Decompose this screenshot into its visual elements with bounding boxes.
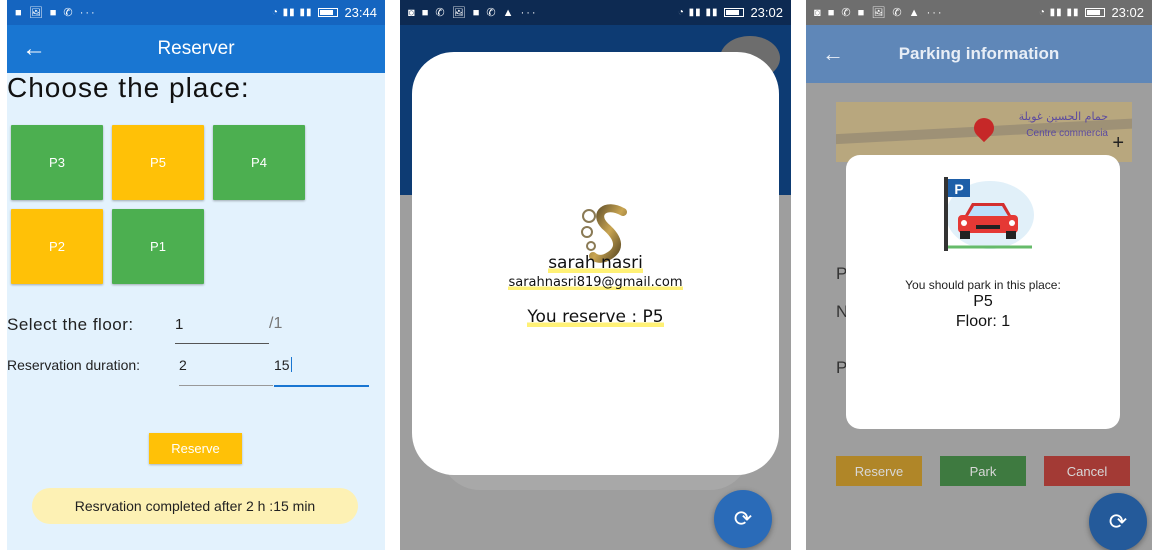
back-arrow-icon[interactable]: ← bbox=[7, 35, 61, 63]
slot-p3-button[interactable]: P3 bbox=[11, 125, 103, 200]
user-name: sarah nasri bbox=[548, 253, 643, 273]
slot-p4-button[interactable]: P4 bbox=[213, 125, 305, 200]
status-bar: ■ 🖼 ■ ✆ ··· ◔ ▮▮ ▮▮ 23:44 bbox=[7, 0, 385, 25]
duration-minutes-input[interactable]: 15 bbox=[274, 357, 369, 387]
duration-label: Reservation duration: bbox=[7, 357, 141, 373]
signal-icon: ◔ ▮▮ ▮▮ bbox=[271, 7, 313, 18]
park-instruction: You should park in this place: bbox=[905, 278, 1061, 292]
assigned-floor: Floor: 1 bbox=[955, 313, 1011, 330]
map-view[interactable]: حمام الحسين غويلة Centre commercia + bbox=[836, 102, 1132, 162]
map-label-arabic: حمام الحسين غويلة bbox=[1018, 110, 1108, 123]
status-notification-icons: ■ 🖼 ■ ✆ ··· bbox=[15, 7, 97, 19]
reserve-button[interactable]: Reserve bbox=[149, 433, 242, 464]
back-arrow-icon[interactable]: ← bbox=[806, 41, 860, 67]
floor-row: Select the floor: 1 /1 bbox=[7, 313, 385, 345]
parking-slot-grid: P3 P5 P4 P2 P1 bbox=[11, 125, 311, 284]
duration-hours-input[interactable]: 2 bbox=[179, 357, 273, 386]
parking-info-screen: ◙ ■ ✆ ■ 🖼 ✆ ▲ ··· ◔ ▮▮ ▮▮ 23:02 ← Parkin… bbox=[806, 0, 1152, 550]
signal-icon: ◔ ▮▮ ▮▮ bbox=[1038, 7, 1080, 18]
parked-car-icon: P bbox=[944, 177, 1034, 251]
refresh-icon: ⟳ bbox=[1108, 509, 1128, 534]
refresh-icon: ⟳ bbox=[733, 506, 753, 531]
refresh-fab-button[interactable]: ⟳ bbox=[1089, 493, 1147, 550]
floor-input[interactable]: 1 bbox=[175, 316, 269, 344]
duration-row: Reservation duration: 2 15 bbox=[7, 355, 385, 387]
battery-icon bbox=[724, 8, 745, 17]
app-bar: ← Parking information bbox=[806, 25, 1152, 83]
reserve-screen: ■ 🖼 ■ ✆ ··· ◔ ▮▮ ▮▮ 23:44 ← Reserver Cho… bbox=[7, 0, 385, 550]
map-label-centre: Centre commercia bbox=[1026, 128, 1108, 139]
status-notification-icons: ◙ ■ ✆ ■ 🖼 ✆ ▲ ··· bbox=[814, 7, 944, 19]
status-time: 23:02 bbox=[1111, 5, 1144, 20]
status-time: 23:44 bbox=[344, 5, 377, 20]
reservation-summary: You reserve : P5 bbox=[527, 307, 664, 327]
park-button[interactable]: Park bbox=[940, 456, 1026, 486]
battery-icon bbox=[1085, 8, 1106, 17]
choose-place-heading: Choose the place: bbox=[7, 72, 250, 103]
assigned-spot: P5 bbox=[973, 293, 993, 310]
map-pin-icon bbox=[969, 113, 999, 143]
parking-sign-letter: P bbox=[954, 181, 963, 197]
slot-p2-button[interactable]: P2 bbox=[11, 209, 103, 284]
profile-dialog-screen: ◙ ■ ✆ 🖼 ■ ✆ ▲ ··· ◔ ▮▮ ▮▮ 23:02 sarah na… bbox=[400, 0, 791, 550]
refresh-fab-button[interactable]: ⟳ bbox=[714, 490, 772, 548]
user-dialog: sarah nasri sarahnasri819@gmail.com You … bbox=[412, 52, 779, 475]
zoom-in-icon[interactable]: + bbox=[1112, 132, 1124, 155]
user-email: sarahnasri819@gmail.com bbox=[508, 275, 683, 290]
floor-label: Select the floor: bbox=[7, 315, 134, 334]
reservation-toast: Resrvation completed after 2 h :15 min bbox=[32, 488, 358, 524]
reserve-button[interactable]: Reserve bbox=[836, 456, 922, 486]
cancel-button[interactable]: Cancel bbox=[1044, 456, 1130, 486]
status-bar: ◙ ■ ✆ 🖼 ■ ✆ ▲ ··· ◔ ▮▮ ▮▮ 23:02 bbox=[400, 0, 791, 25]
status-notification-icons: ◙ ■ ✆ 🖼 ■ ✆ ▲ ··· bbox=[408, 7, 538, 19]
app-bar: ← Reserver bbox=[7, 25, 385, 73]
slot-p1-button[interactable]: P1 bbox=[112, 209, 204, 284]
battery-icon bbox=[318, 8, 339, 17]
floor-max-label: /1 bbox=[269, 315, 283, 332]
text-cursor bbox=[290, 357, 292, 372]
status-bar: ◙ ■ ✆ ■ 🖼 ✆ ▲ ··· ◔ ▮▮ ▮▮ 23:02 bbox=[806, 0, 1152, 25]
slot-p5-button[interactable]: P5 bbox=[112, 125, 204, 200]
signal-icon: ◔ ▮▮ ▮▮ bbox=[677, 7, 719, 18]
status-time: 23:02 bbox=[750, 5, 783, 20]
duration-minutes-value: 15 bbox=[274, 357, 290, 373]
parking-dialog: P You should park in this place: P5 Floo… bbox=[846, 155, 1120, 429]
page-title: Reserver bbox=[157, 38, 235, 59]
